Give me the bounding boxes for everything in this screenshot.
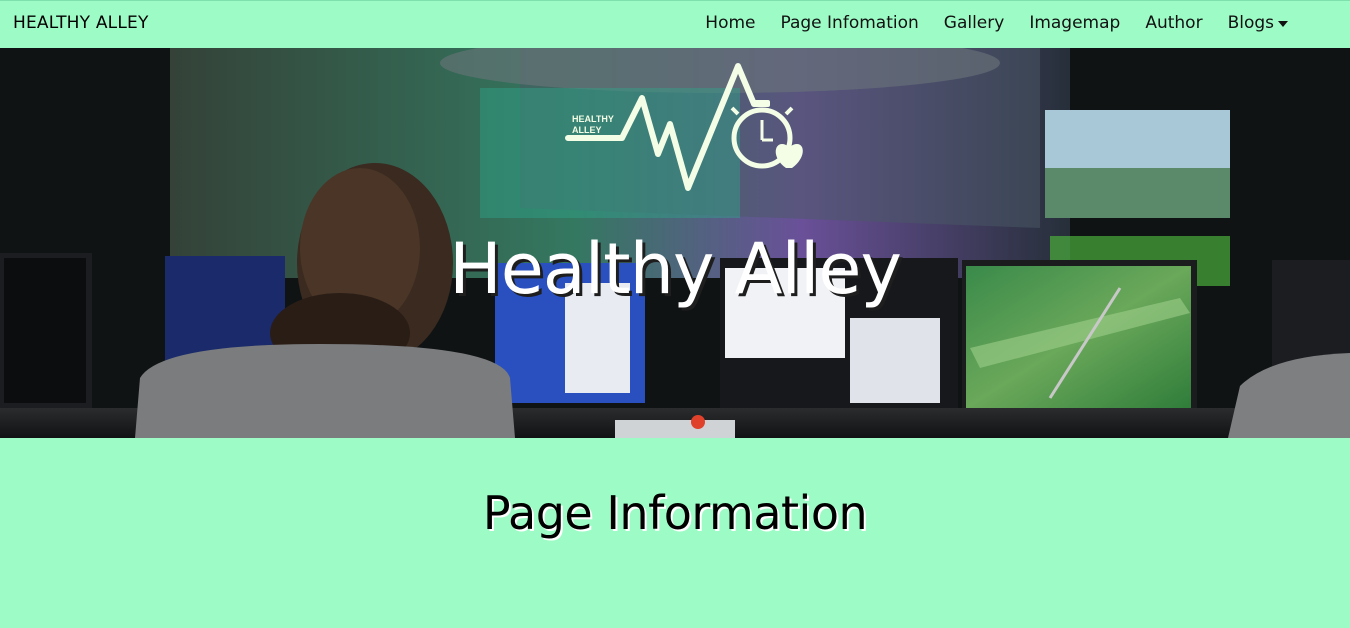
navbar: HEALTHY ALLEY Home Page Infomation Galle… xyxy=(0,0,1350,48)
hero-banner: HEALTHY ALLEY Healthy Alley xyxy=(0,48,1350,438)
logo-text-line1: HEALTHY xyxy=(572,114,614,124)
nav-link-page-infomation[interactable]: Page Infomation xyxy=(780,13,918,33)
nav-link-imagemap[interactable]: Imagemap xyxy=(1029,13,1120,33)
hero-title: Healthy Alley xyxy=(449,228,902,310)
nav-link-blogs-dropdown[interactable]: Blogs xyxy=(1228,13,1288,33)
nav-links: Home Page Infomation Gallery Imagemap Au… xyxy=(680,13,1288,33)
nav-link-blogs-label: Blogs xyxy=(1227,13,1274,33)
page-title: Page Information xyxy=(482,486,868,540)
logo-text-line2: ALLEY xyxy=(572,125,602,135)
nav-link-gallery[interactable]: Gallery xyxy=(944,13,1005,33)
chevron-down-icon xyxy=(1278,21,1288,27)
heartbeat-logo-icon: HEALTHY ALLEY xyxy=(565,63,803,191)
brand-link[interactable]: HEALTHY ALLEY xyxy=(13,13,149,33)
nav-link-home[interactable]: Home xyxy=(705,13,755,33)
nav-link-author[interactable]: Author xyxy=(1145,13,1202,33)
